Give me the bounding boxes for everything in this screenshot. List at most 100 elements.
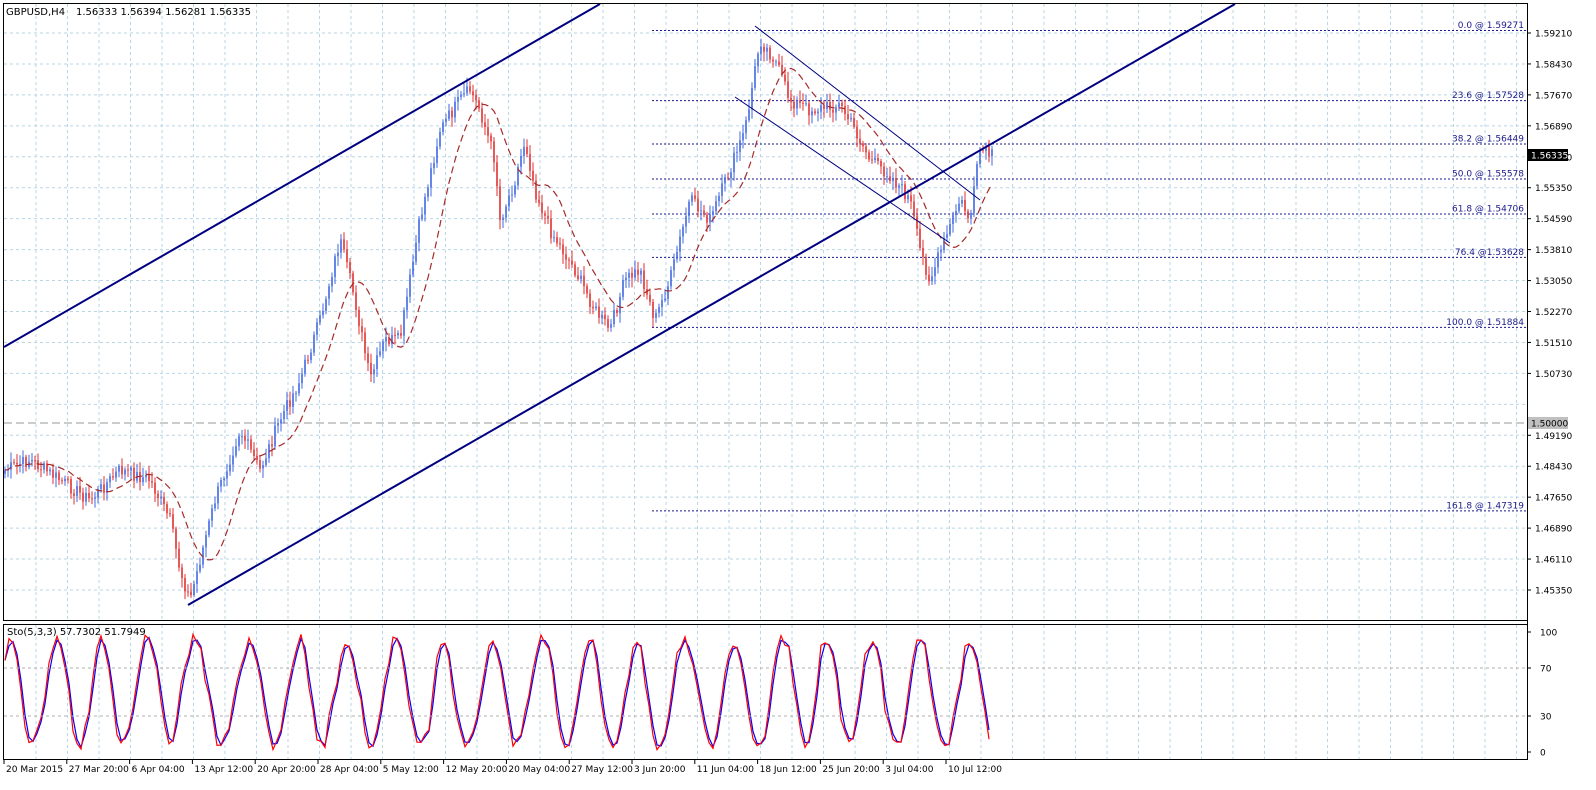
- candle-body: [250, 439, 252, 450]
- time-label: 25 Jun 20:00: [822, 765, 879, 775]
- candle-body: [394, 334, 396, 336]
- fib-level-label: 38.2 @ 1.56449: [1452, 134, 1524, 144]
- candle-body: [424, 196, 426, 215]
- candle-body: [316, 322, 318, 335]
- candle-body: [640, 270, 642, 275]
- candle-body: [592, 306, 594, 309]
- candle-body: [256, 456, 258, 461]
- candle-body: [643, 270, 645, 290]
- candle-body: [844, 106, 846, 115]
- candle-body: [568, 259, 570, 261]
- candle-body: [418, 219, 420, 243]
- price-label: 1.46110: [1535, 556, 1572, 566]
- candle-body: [757, 53, 759, 67]
- candle-body: [853, 118, 855, 127]
- price-label: 1.57670: [1535, 91, 1572, 101]
- candle-body: [421, 214, 423, 220]
- candle-body: [184, 578, 186, 592]
- candle-body: [805, 103, 807, 105]
- candle-body: [952, 215, 954, 224]
- candle-body: [859, 138, 861, 144]
- candle-body: [811, 111, 813, 116]
- chart-canvas[interactable]: 0.0 @ 1.59271 23.6 @ 1.57528 38.2 @ 1.5644…: [0, 0, 1596, 790]
- candle-body: [820, 105, 822, 112]
- candle-body: [991, 149, 993, 157]
- candle-body: [607, 319, 609, 328]
- time-label: 11 Jun 04:00: [697, 765, 754, 775]
- candle-body: [718, 195, 720, 202]
- candle-body: [793, 101, 795, 109]
- candle-body: [124, 469, 126, 475]
- candle-body: [445, 119, 447, 123]
- current-price-label: 1.56335: [1531, 152, 1568, 162]
- candle-body: [340, 239, 342, 253]
- candle-body: [343, 239, 345, 250]
- candle-body: [802, 102, 804, 104]
- candle-body: [442, 122, 444, 132]
- candle-body: [160, 496, 162, 499]
- time-label: 18 Jun 12:00: [760, 765, 817, 775]
- candle-body: [280, 419, 282, 424]
- price-label: 1.51510: [1535, 339, 1572, 349]
- candle-body: [187, 591, 189, 593]
- candle-body: [748, 109, 750, 121]
- candle-body: [799, 100, 801, 103]
- candle-body: [886, 176, 888, 178]
- candle-body: [871, 159, 873, 161]
- candle-body: [511, 194, 513, 196]
- candle-body: [364, 332, 366, 354]
- candle-body: [334, 256, 336, 278]
- candle-body: [889, 176, 891, 181]
- candle-body: [310, 352, 312, 361]
- candle-body: [577, 275, 579, 280]
- candle-body: [472, 91, 474, 96]
- candle-body: [178, 548, 180, 568]
- candle-body: [739, 140, 741, 152]
- candle-body: [892, 178, 894, 181]
- candle-body: [571, 260, 573, 265]
- candle-body: [376, 355, 378, 370]
- candle-body: [691, 195, 693, 202]
- candle-body: [850, 118, 852, 120]
- candle-body: [448, 110, 450, 120]
- candle-body: [934, 267, 936, 277]
- candle-body: [979, 149, 981, 165]
- candle-body: [214, 503, 216, 509]
- candle-body: [715, 201, 717, 212]
- candle-body: [625, 277, 627, 281]
- stochastic-label: Sto(5,3,3) 57.7302 51.7949: [7, 627, 146, 638]
- price-label: 1.46890: [1535, 525, 1572, 535]
- candle-body: [460, 94, 462, 97]
- time-label: 12 May 20:00: [446, 765, 508, 775]
- candle-body: [172, 514, 174, 529]
- candle-body: [382, 341, 384, 352]
- candle-body: [193, 583, 195, 596]
- candle-body: [37, 460, 39, 470]
- candle-body: [697, 198, 699, 212]
- candle-body: [331, 277, 333, 287]
- candle-body: [148, 474, 150, 482]
- candle-body: [682, 226, 684, 237]
- candle-body: [898, 185, 900, 188]
- candle-body: [610, 324, 612, 328]
- candle-body: [751, 87, 753, 110]
- candle-body: [115, 471, 117, 478]
- candle-body: [730, 172, 732, 179]
- time-label: 27 May 12:00: [571, 765, 633, 775]
- candle-body: [175, 528, 177, 549]
- candle-body: [319, 315, 321, 323]
- candle-body: [988, 146, 990, 157]
- candle-body: [130, 467, 132, 471]
- candle-body: [31, 460, 33, 462]
- candle-body: [874, 157, 876, 160]
- candle-body: [475, 95, 477, 101]
- candle-body: [499, 186, 501, 220]
- candle-body: [538, 199, 540, 203]
- price-label: 1.45350: [1535, 587, 1572, 597]
- candle-body: [883, 166, 885, 177]
- stochastic-axis-label: 100: [1540, 629, 1557, 639]
- candle-body: [814, 111, 816, 114]
- candle-body: [271, 444, 273, 447]
- candle-body: [967, 211, 969, 219]
- level-1-50000-label: 1.50000: [1531, 420, 1568, 430]
